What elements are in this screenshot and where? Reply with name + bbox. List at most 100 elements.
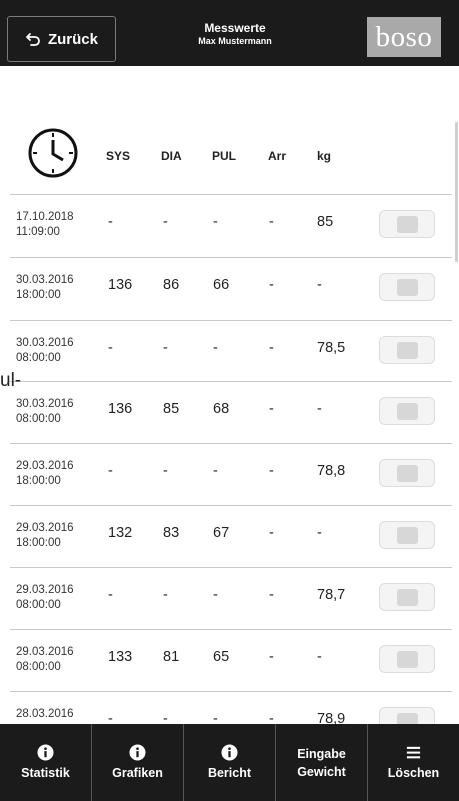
row-select-toggle[interactable] — [379, 397, 435, 425]
row-datetime: 30.03.2016 18:00:00 — [16, 274, 74, 301]
clock-icon — [28, 128, 78, 178]
row-select-toggle[interactable] — [379, 210, 435, 238]
page-title-text: Messwerte — [204, 21, 266, 35]
table-row[interactable]: 29.03.2016 18:00:00 132 83 67 - - — [10, 505, 452, 567]
row-kg: 78,8 — [317, 463, 346, 479]
row-arr: - — [269, 340, 274, 356]
row-pul: 68 — [213, 401, 230, 417]
eingabe-label-line1: Eingabe — [297, 746, 346, 761]
row-datetime: 29.03.2016 18:00:00 — [16, 522, 74, 549]
row-kg: 78,9 — [317, 711, 346, 724]
info-circle-icon — [221, 743, 238, 761]
info-circle-icon — [37, 743, 54, 761]
row-arr: - — [269, 214, 274, 230]
undo-arrow-icon — [26, 33, 40, 46]
loeschen-button[interactable]: Löschen — [368, 724, 459, 801]
grafiken-button[interactable]: Grafiken — [92, 724, 184, 801]
row-dia: - — [163, 214, 168, 230]
back-button[interactable]: Zurück — [7, 16, 116, 62]
statistik-button[interactable]: Statistik — [0, 724, 92, 801]
row-sys: 136 — [108, 401, 133, 417]
table-row[interactable]: 30.03.2016 18:00:00 136 86 66 - - — [10, 257, 452, 319]
row-datetime: 30.03.2016 08:00:00 — [16, 337, 74, 364]
loeschen-label: Löschen — [387, 765, 440, 780]
row-dia: 81 — [163, 649, 180, 665]
row-dia: 86 — [163, 277, 180, 293]
row-dia: 83 — [163, 525, 180, 541]
table-row[interactable]: 17.10.2018 11:09:00 - - - - 85 — [10, 194, 452, 256]
row-pul: - — [213, 214, 218, 230]
row-arr: - — [269, 463, 274, 479]
hamburger-menu-icon — [406, 746, 421, 758]
table-row[interactable]: 30.03.2016 08:00:00 136 85 68 - - — [10, 381, 452, 443]
table-row[interactable]: 30.03.2016 08:00:00 - - - - 78,5 — [10, 320, 452, 382]
row-dia: 85 — [163, 401, 180, 417]
row-select-toggle[interactable] — [379, 459, 435, 487]
row-sys: - — [108, 711, 113, 724]
row-select-toggle[interactable] — [379, 645, 435, 673]
row-arr: - — [269, 711, 274, 724]
column-header-sys: SYS — [106, 149, 131, 163]
brand-logo: boso — [367, 17, 441, 57]
column-header-arr: Arr — [268, 149, 287, 163]
row-dia: - — [163, 340, 168, 356]
row-arr: - — [269, 649, 274, 665]
row-select-toggle[interactable] — [379, 521, 435, 549]
row-select-toggle[interactable] — [379, 336, 435, 364]
row-pul: - — [213, 711, 218, 724]
table-header: SYS DIA PUL Arr kg — [0, 118, 459, 192]
table-row[interactable]: 29.03.2016 08:00:00 - - - - 78,7 — [10, 567, 452, 629]
table-row[interactable]: 29.03.2016 18:00:00 - - - - 78,8 — [10, 443, 452, 505]
table-row[interactable]: 28.03.2016 - - - - 78,9 — [10, 691, 452, 724]
row-kg: - — [317, 525, 322, 541]
row-sys: 133 — [108, 649, 133, 665]
column-header-dia: DIA — [161, 149, 182, 163]
back-button-label: Zurück — [47, 30, 98, 48]
row-sys: - — [108, 463, 113, 479]
column-header-kg: kg — [317, 149, 332, 163]
row-datetime: 17.10.2018 11:09:00 — [16, 211, 74, 238]
row-select-toggle[interactable] — [379, 273, 435, 301]
row-kg: 78,7 — [317, 587, 346, 603]
row-kg: - — [317, 649, 322, 665]
row-pul: - — [213, 463, 218, 479]
row-datetime: 30.03.2016 08:00:00 — [16, 398, 74, 425]
row-kg: - — [317, 277, 322, 293]
row-dia: - — [163, 711, 168, 724]
bericht-label: Bericht — [207, 765, 252, 780]
row-datetime: 29.03.2016 08:00:00 — [16, 584, 74, 611]
app-header: Zurück Messwerte Max Mustermann boso — [0, 0, 459, 66]
row-datetime: 28.03.2016 — [16, 708, 74, 720]
eingabe-gewicht-button[interactable]: Eingabe Gewicht — [276, 724, 368, 801]
table-row[interactable]: 29.03.2016 08:00:00 133 81 65 - - — [10, 629, 452, 691]
grafiken-label: Grafiken — [112, 765, 163, 780]
row-arr: - — [269, 587, 274, 603]
row-sys: - — [108, 340, 113, 356]
row-datetime: 29.03.2016 08:00:00 — [16, 646, 74, 673]
scrollbar[interactable] — [455, 122, 458, 262]
row-sys: - — [108, 214, 113, 230]
row-pul: - — [213, 340, 218, 356]
row-dia: - — [163, 463, 168, 479]
row-kg: - — [317, 401, 322, 417]
info-circle-icon — [129, 743, 146, 761]
eingabe-label-line2: Gewicht — [297, 764, 346, 779]
row-kg: 78,5 — [317, 340, 346, 356]
row-sys: 132 — [108, 525, 133, 541]
row-datetime: 29.03.2016 18:00:00 — [16, 460, 74, 487]
column-header-pul: PUL — [212, 149, 236, 163]
stray-text-fragment: ul- — [0, 370, 22, 391]
row-select-toggle[interactable] — [379, 583, 435, 611]
row-select-toggle[interactable] — [379, 707, 435, 724]
row-dia: - — [163, 587, 168, 603]
page-title: Messwerte Max Mustermann — [150, 22, 320, 48]
page-subtitle: Max Mustermann — [198, 36, 272, 46]
row-arr: - — [269, 401, 274, 417]
row-arr: - — [269, 277, 274, 293]
row-kg: 85 — [317, 214, 334, 230]
row-pul: 67 — [213, 525, 230, 541]
bericht-button[interactable]: Bericht — [184, 724, 276, 801]
row-pul: 65 — [213, 649, 230, 665]
bottom-toolbar: Statistik Grafiken Bericht Eingabe Gewic… — [0, 724, 459, 801]
row-sys: - — [108, 587, 113, 603]
